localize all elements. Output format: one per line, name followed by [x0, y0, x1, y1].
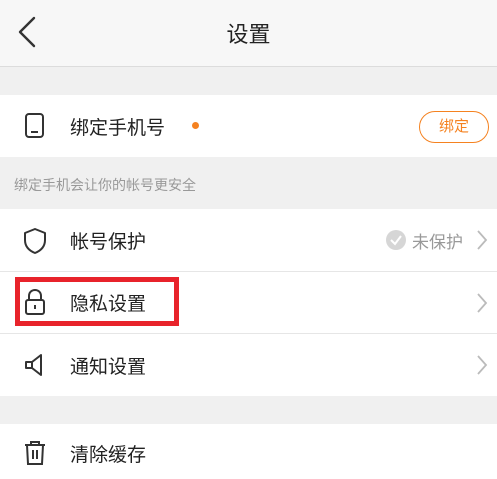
account-protection-label: 帐号保护 — [70, 231, 147, 253]
chevron-right-icon — [477, 355, 488, 375]
megaphone-icon — [25, 354, 42, 376]
shield-icon — [24, 228, 46, 254]
account-protection-status: 未保护 — [386, 229, 463, 253]
bind-phone-button[interactable]: 绑定 — [419, 111, 489, 143]
notification-settings-row[interactable]: 通知设置 — [0, 334, 497, 396]
privacy-settings-label: 隐私设置 — [70, 293, 147, 315]
trash-icon — [25, 441, 45, 465]
bind-phone-label: 绑定手机号 — [70, 117, 166, 139]
clear-cache-row[interactable]: 清除缓存 — [0, 424, 497, 479]
status-text: 未保护 — [412, 232, 463, 253]
chevron-right-icon — [477, 293, 488, 313]
page-title: 设置 — [226, 23, 271, 48]
notification-settings-label: 通知设置 — [70, 356, 147, 378]
bind-phone-hint: 绑定手机会让你的帐号更安全 — [14, 178, 196, 194]
phone-icon — [25, 113, 44, 138]
header-bar: 设置 — [0, 0, 497, 67]
check-circle-icon — [386, 230, 406, 250]
clear-cache-label: 清除缓存 — [70, 444, 147, 466]
notification-dot — [192, 122, 199, 129]
chevron-right-icon — [477, 230, 488, 250]
privacy-settings-row[interactable]: 隐私设置 — [0, 272, 497, 333]
lock-icon — [25, 288, 45, 315]
